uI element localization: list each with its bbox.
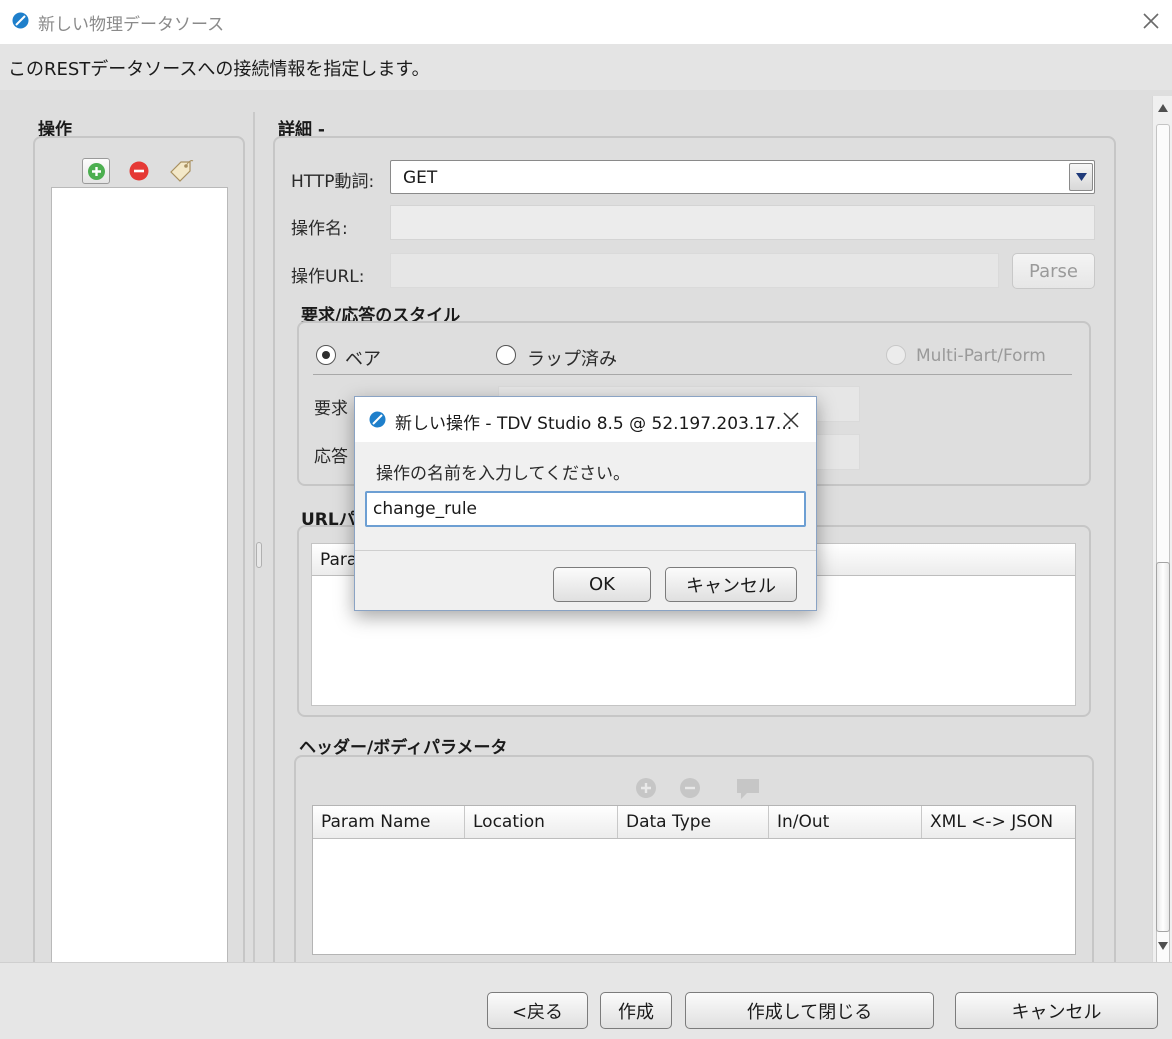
dropdown-button[interactable] [1069,163,1093,191]
operations-list[interactable] [51,187,228,967]
scroll-thumb[interactable] [1156,562,1170,932]
dialog-cancel-button[interactable]: キャンセル [665,567,797,602]
scroll-up-icon[interactable] [1157,102,1169,114]
radio-wrapped[interactable] [496,345,516,365]
column-in-out[interactable]: In/Out [769,806,922,838]
column-location[interactable]: Location [465,806,618,838]
column-data-type[interactable]: Data Type [618,806,769,838]
operation-name-field[interactable] [390,205,1095,240]
operation-name-label: 操作名: [291,219,348,239]
column-param-name[interactable]: Param Name [313,806,465,838]
dialog-ok-button[interactable]: OK [553,567,651,602]
http-verb-value: GET [403,168,438,188]
vertical-scrollbar[interactable] [1152,96,1172,964]
radio-multipart-label: Multi-Part/Form [916,346,1046,366]
scroll-down-icon[interactable] [1157,940,1169,952]
operation-url-field[interactable] [390,253,999,288]
tag-icon[interactable] [168,156,196,184]
close-icon[interactable] [1138,8,1164,34]
comment-icon[interactable] [735,777,761,801]
chevron-down-icon [1076,173,1087,181]
response-label: 応答 [314,447,348,467]
window-title: 新しい物理データソース [38,15,225,35]
style-divider [313,374,1072,375]
operation-url-label: 操作URL: [291,267,365,287]
add-param-icon[interactable] [635,777,657,799]
new-operation-dialog: 新しい操作 - TDV Studio 8.5 @ 52.197.203.17..… [354,396,817,611]
http-verb-label: HTTP動詞: [291,172,375,192]
column-xml-json[interactable]: XML <-> JSON [922,806,1075,838]
back-button[interactable]: <戻る [487,992,588,1029]
remove-param-icon[interactable] [679,777,701,799]
create-button[interactable]: 作成 [600,992,672,1029]
radio-bare[interactable] [316,345,336,365]
radio-wrapped-label: ラップ済み [527,349,617,370]
dialog-prompt: 操作の名前を入力してください。 [376,464,630,484]
request-label: 要求 [314,399,348,419]
app-icon [12,12,29,29]
parse-button[interactable]: Parse [1012,253,1095,289]
radio-bare-label: ベア [345,349,381,370]
subtitle-text: このRESTデータソースへの接続情報を指定します。 [8,59,430,80]
remove-operation-icon[interactable] [128,160,150,182]
header-body-params-table[interactable]: Param Name Location Data Type In/Out XML… [312,805,1076,955]
add-icon [88,163,105,180]
cancel-button[interactable]: キャンセル [955,992,1158,1029]
header-body-params-header: Param Name Location Data Type In/Out XML… [313,806,1075,839]
create-close-button[interactable]: 作成して閉じる [685,992,934,1029]
operation-name-input[interactable]: change_rule [365,491,806,527]
dialog-divider [355,550,816,551]
http-verb-select[interactable]: GET [390,160,1095,194]
splitter-handle[interactable] [256,542,262,568]
dialog-close-icon[interactable] [779,408,803,432]
radio-multipart[interactable] [886,345,906,365]
dialog-title: 新しい操作 - TDV Studio 8.5 @ 52.197.203.17..… [395,414,793,434]
dialog-app-icon [369,411,386,428]
splitter-line [253,112,255,962]
add-operation-button[interactable] [82,158,110,184]
